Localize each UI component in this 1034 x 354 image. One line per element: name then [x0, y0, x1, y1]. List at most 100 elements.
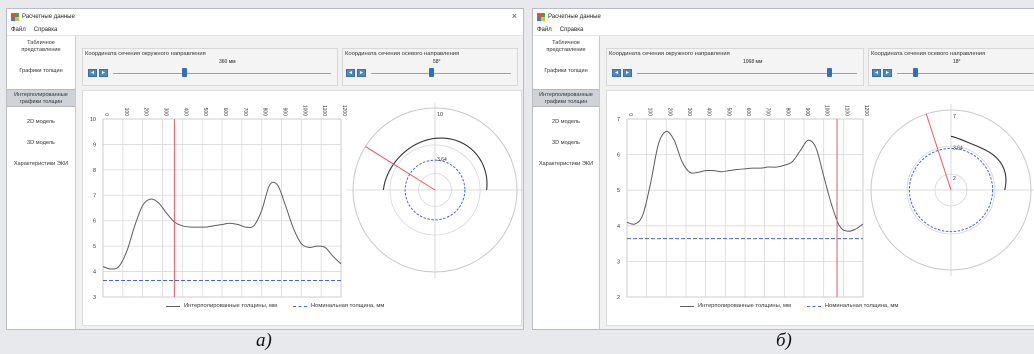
caption-a: а): [256, 330, 272, 351]
sidebar-item-table[interactable]: Табличное представление: [7, 40, 75, 54]
window-title: Расчетные данные: [22, 13, 75, 20]
circumferential-value: 1068 мм: [743, 59, 763, 65]
x-tick-label: 200: [143, 108, 149, 117]
polar-outer-label: 10: [437, 112, 443, 118]
x-tick-label: 200: [666, 108, 672, 117]
next-button[interactable]: ▸: [883, 69, 892, 77]
x-tick-label: 1200: [341, 105, 347, 116]
sidebar-item-3d-model[interactable]: 3D модель: [7, 140, 75, 147]
x-tick-label: 900: [804, 108, 810, 117]
menu-file[interactable]: Файл: [537, 27, 552, 33]
x-tick-label: 500: [725, 108, 731, 117]
prev-button[interactable]: ◂: [88, 69, 97, 77]
sidebar: Табличное представление Графики толщин И…: [533, 36, 599, 329]
x-tick-label: 600: [222, 108, 228, 117]
x-tick-label: 400: [182, 108, 188, 117]
circumferential-slider-group: Координата сечения окружного направления…: [82, 48, 338, 86]
axial-value: 18°: [953, 59, 961, 65]
x-tick-label: 1000: [824, 105, 830, 116]
legend-swatch-interp: [680, 305, 694, 307]
axial-label: Координата сечения осевого направления: [871, 51, 986, 57]
x-tick-label: 800: [262, 108, 268, 117]
axial-value: 58°: [433, 59, 441, 65]
axial-slider-track[interactable]: [371, 73, 511, 74]
legend-swatch-nominal: [293, 305, 307, 307]
y-tick-label: 2: [617, 295, 620, 301]
circumferential-slider-thumb[interactable]: [827, 68, 832, 77]
menu-bar: Файл Справка: [533, 24, 1034, 36]
axial-slider-group: Координата сечения осевого направления 5…: [342, 48, 518, 86]
y-tick-label: 4: [93, 270, 96, 276]
window-panel-b: Расчетные данные Файл Справка Табличное …: [532, 8, 1034, 330]
title-bar: Расчетные данные ×: [7, 9, 523, 24]
prev-button[interactable]: ◂: [346, 69, 355, 77]
menu-bar: Файл Справка: [7, 24, 523, 36]
next-button[interactable]: ▸: [99, 69, 108, 77]
sidebar-item-interpolated-graphs[interactable]: Интерполированные графики толщин: [533, 89, 599, 107]
sidebar: Табличное представление Графики толщин И…: [7, 36, 75, 329]
close-icon[interactable]: ×: [512, 11, 517, 21]
sidebar-item-thickness-graphs[interactable]: Графики толщин: [533, 68, 599, 75]
x-tick-label: 100: [123, 108, 129, 117]
main-content: Координата сечения окружного направления…: [599, 36, 1034, 329]
x-tick-label: 1200: [863, 105, 869, 116]
x-tick-label: 400: [706, 108, 712, 117]
polar-outer-label: 7: [953, 114, 956, 120]
x-tick-label: 1100: [843, 105, 849, 116]
circumferential-slider-track[interactable]: [637, 73, 857, 74]
next-button[interactable]: ▸: [357, 69, 366, 77]
x-tick-label: 300: [686, 108, 692, 117]
chart-area: 0 100 200 300 400 500 600 700 800 900 1000 1100 1200…: [82, 90, 523, 326]
sidebar-item-eki-characteristics[interactable]: Характеристики ЭКИ: [533, 161, 599, 168]
sidebar-item-2d-model[interactable]: 2D модель: [7, 119, 75, 126]
figure: Расчетные данные × Файл Справка Таблично…: [0, 0, 1034, 354]
legend-nominal: Номинальная толщина, мм: [825, 303, 899, 309]
sidebar-item-eki-characteristics[interactable]: Характеристики ЭКИ: [7, 161, 75, 168]
prev-button[interactable]: ◂: [872, 69, 881, 77]
x-tick-label: 0: [627, 113, 633, 116]
x-tick-label: 700: [765, 108, 771, 117]
circumferential-slider-track[interactable]: [113, 73, 331, 74]
axial-slider-thumb[interactable]: [913, 68, 918, 77]
chart-area: 0 100 200 300 400 500 600 700 800 900 1000 1100 1200…: [606, 90, 1034, 326]
x-tick-label: 500: [202, 108, 208, 117]
app-icon: [11, 12, 19, 21]
axial-slider-group: Координата сечения осевого направления 1…: [868, 48, 1034, 86]
polar-thickness-arc: [950, 135, 1007, 191]
sidebar-item-thickness-graphs[interactable]: Графики толщин: [7, 68, 75, 75]
sidebar-item-2d-model[interactable]: 2D модель: [533, 119, 599, 126]
axial-slider-thumb[interactable]: [429, 68, 434, 77]
next-button[interactable]: ▸: [623, 69, 632, 77]
menu-file[interactable]: Файл: [11, 27, 26, 33]
y-tick-label: 4: [617, 224, 620, 230]
legend-interp: Интерполированные толщины, мм: [184, 303, 277, 309]
circumferential-label: Координата сечения окружного направления: [609, 51, 730, 57]
main-content: Координата сечения окружного направления…: [75, 36, 523, 329]
circumferential-slider-thumb[interactable]: [182, 68, 187, 77]
y-tick-label: 3: [93, 295, 96, 301]
y-tick-label: 9: [93, 142, 96, 148]
x-tick-label: 700: [242, 108, 248, 117]
polar-inner-label: 3.64: [437, 157, 447, 163]
legend-interp: Интерполированные толщины, мм: [698, 303, 791, 309]
x-tick-label: 300: [163, 108, 169, 117]
y-tick-label: 7: [93, 193, 96, 199]
legend: Интерполированные толщины, мм Номинальна…: [680, 303, 898, 309]
caption-b: б): [776, 330, 792, 351]
prev-button[interactable]: ◂: [612, 69, 621, 77]
thickness-chart: 0 100 200 300 400 500 600 700 800 900 1000 1100 1200…: [617, 104, 1034, 301]
sidebar-item-3d-model[interactable]: 3D модель: [533, 140, 599, 147]
thickness-chart: 0 100 200 300 400 500 600 700 800 900 1000 1100 1200…: [90, 102, 523, 301]
polar-cursor-ray: [365, 146, 436, 191]
x-tick-label: 1000: [301, 105, 307, 116]
circumferential-value: 360 мм: [219, 59, 236, 65]
menu-help[interactable]: Справка: [560, 27, 584, 33]
sidebar-item-interpolated-graphs[interactable]: Интерполированные графики толщин: [7, 89, 75, 107]
y-tick-label: 6: [93, 219, 96, 225]
y-tick-label: 10: [90, 117, 96, 123]
sidebar-item-table[interactable]: Табличное представление: [533, 40, 599, 54]
x-tick-label: 1100: [321, 105, 327, 116]
menu-help[interactable]: Справка: [34, 27, 58, 33]
legend: Интерполированные толщины, мм Номинальна…: [166, 303, 384, 309]
y-tick-label: 7: [617, 117, 620, 123]
